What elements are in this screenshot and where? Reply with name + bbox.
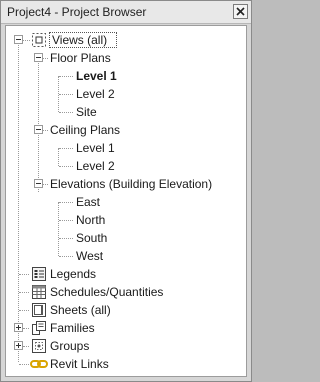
tree-label: Ceiling Plans xyxy=(50,123,121,137)
tree-node-site[interactable]: Site xyxy=(6,103,246,121)
legend-icon xyxy=(32,267,46,281)
tree-label: Schedules/Quantities xyxy=(50,285,164,299)
tree-label: Site xyxy=(76,105,97,119)
tree-label: West xyxy=(76,249,104,263)
tree-label: Level 2 xyxy=(76,87,115,101)
tree-node-ceiling-level-2[interactable]: Level 2 xyxy=(6,157,246,175)
tree-connector xyxy=(23,328,29,330)
close-icon xyxy=(236,7,245,16)
tree-connector xyxy=(19,292,29,294)
tree-node-legends[interactable]: Legends xyxy=(6,265,246,283)
tree-label: North xyxy=(76,213,106,227)
browser-tree[interactable]: Views (all) Floor Plans Level 1 Level 2 … xyxy=(5,25,247,377)
tree-connector xyxy=(19,310,29,312)
tree-node-east[interactable]: East xyxy=(6,193,246,211)
tree-node-sheets[interactable]: Sheets (all) xyxy=(6,301,246,319)
family-icon xyxy=(32,321,46,335)
sheet-icon xyxy=(32,303,46,317)
tree-node-groups[interactable]: Groups xyxy=(6,337,246,355)
tree-connector xyxy=(19,274,29,276)
tree-node-floor-level-1[interactable]: Level 1 xyxy=(6,67,246,85)
tree-label: Families xyxy=(50,321,95,335)
collapse-toggle[interactable] xyxy=(34,125,43,134)
collapse-toggle[interactable] xyxy=(14,35,23,44)
tree-connector xyxy=(59,112,73,114)
tree-label: Views (all) xyxy=(52,33,108,47)
tree-label: Level 2 xyxy=(76,159,115,173)
project-browser-window: Project4 - Project Browser Views (all) F… xyxy=(0,0,252,382)
group-icon xyxy=(32,339,46,353)
title-bar[interactable]: Project4 - Project Browser xyxy=(1,1,251,24)
tree-node-north[interactable]: North xyxy=(6,211,246,229)
tree-node-west[interactable]: West xyxy=(6,247,246,265)
schedule-icon xyxy=(32,285,46,299)
collapse-toggle[interactable] xyxy=(34,179,43,188)
view-icon xyxy=(32,33,46,47)
tree-connector xyxy=(43,130,48,132)
tree-label: Level 1 xyxy=(76,141,115,155)
tree-connector xyxy=(43,58,48,60)
tree-node-views[interactable]: Views (all) xyxy=(6,31,246,49)
tree-connector xyxy=(19,364,29,366)
tree-label: Revit Links xyxy=(50,357,109,371)
tree-connector xyxy=(59,220,73,222)
tree-connector xyxy=(23,40,30,42)
tree-node-south[interactable]: South xyxy=(6,229,246,247)
expand-toggle[interactable] xyxy=(14,323,23,332)
tree-label: South xyxy=(76,231,108,245)
expand-toggle[interactable] xyxy=(14,341,23,350)
tree-node-floor-plans[interactable]: Floor Plans xyxy=(6,49,246,67)
tree-node-elevations[interactable]: Elevations (Building Elevation) xyxy=(6,175,246,193)
tree-node-floor-level-2[interactable]: Level 2 xyxy=(6,85,246,103)
tree-node-ceiling-plans[interactable]: Ceiling Plans xyxy=(6,121,246,139)
tree-connector xyxy=(59,256,73,258)
close-button[interactable] xyxy=(233,4,248,19)
collapse-toggle[interactable] xyxy=(34,53,43,62)
tree-connector xyxy=(59,166,73,168)
tree-label: Legends xyxy=(50,267,97,281)
tree-connector xyxy=(59,94,73,96)
tree-connector xyxy=(59,148,73,150)
tree-label: Level 1 xyxy=(76,69,117,83)
tree-connector xyxy=(59,76,73,78)
tree-connector xyxy=(59,238,73,240)
tree-label: Groups xyxy=(50,339,90,353)
tree-node-schedules[interactable]: Schedules/Quantities xyxy=(6,283,246,301)
tree-node-revit-links[interactable]: Revit Links xyxy=(6,355,246,373)
tree-label: Sheets (all) xyxy=(50,303,111,317)
window-title: Project4 - Project Browser xyxy=(7,5,147,19)
tree-connector xyxy=(23,346,29,348)
tree-node-ceiling-level-1[interactable]: Level 1 xyxy=(6,139,246,157)
tree-connector xyxy=(43,184,48,186)
tree-label: East xyxy=(76,195,101,209)
link-icon xyxy=(30,360,48,368)
tree-connector xyxy=(59,202,73,204)
tree-node-families[interactable]: Families xyxy=(6,319,246,337)
tree-label: Elevations (Building Elevation) xyxy=(50,177,213,191)
tree-label: Floor Plans xyxy=(50,51,111,65)
